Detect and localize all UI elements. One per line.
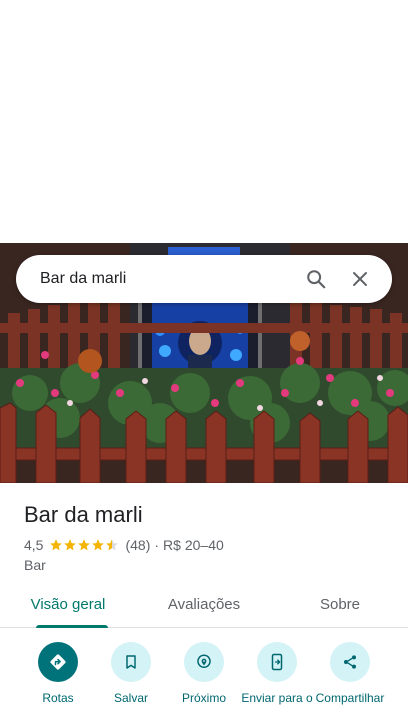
close-button[interactable]	[340, 259, 380, 299]
tab-bar: Visão geral Avaliações Sobre	[0, 586, 408, 628]
search-button[interactable]	[296, 259, 336, 299]
rating-row[interactable]: 4,5 (48) · R$ 20–40	[24, 537, 224, 553]
tab-reviews[interactable]: Avaliações	[136, 586, 272, 627]
tab-label: Avaliações	[167, 596, 241, 613]
rating-value: 4,5	[24, 537, 44, 553]
star-icon	[92, 539, 105, 551]
half-star-icon	[106, 539, 119, 551]
directions-button[interactable]: Rotas	[22, 642, 94, 705]
action-label: Rotas	[42, 691, 74, 705]
separator-dot: ·	[154, 537, 160, 553]
tab-label: Visão geral	[30, 596, 106, 613]
price-range: R$ 20–40	[163, 537, 224, 553]
place-category: Bar	[24, 557, 46, 573]
share-button[interactable]: Compartilhar	[314, 642, 386, 705]
place-name: Bar da marli	[24, 502, 143, 527]
save-button[interactable]: Salvar	[95, 642, 167, 705]
search-icon	[307, 270, 326, 289]
active-tab-indicator	[36, 625, 108, 628]
review-count: (48)	[125, 537, 151, 553]
star-icon	[78, 539, 91, 551]
action-label: Salvar	[113, 691, 148, 705]
directions-icon	[50, 654, 66, 670]
action-label: Enviar para o	[241, 691, 313, 705]
star-icon	[50, 539, 63, 551]
action-buttons: Rotas Salvar Próximo Enviar para o Compa…	[0, 642, 408, 726]
star-icon	[64, 539, 77, 551]
share-button-circle	[330, 642, 370, 682]
close-icon	[353, 272, 367, 286]
share-icon	[344, 655, 356, 669]
send-to-phone-button[interactable]: Enviar para o	[241, 642, 313, 705]
search-bar[interactable]: Bar da marli	[16, 255, 392, 303]
map-area[interactable]	[0, 0, 408, 243]
tab-label: Sobre	[319, 596, 361, 613]
rating-stars	[49, 538, 119, 552]
bookmark-icon	[126, 655, 136, 669]
send-to-phone-icon	[271, 653, 283, 671]
save-button-circle	[111, 642, 151, 682]
nearby-button-circle	[184, 642, 224, 682]
search-query[interactable]: Bar da marli	[40, 270, 292, 288]
nearby-button[interactable]: Próximo	[168, 642, 240, 705]
action-label: Próximo	[181, 691, 226, 705]
action-label: Compartilhar	[315, 691, 385, 705]
send-to-phone-button-circle	[257, 642, 297, 682]
nearby-icon	[197, 654, 211, 668]
tab-overview[interactable]: Visão geral	[0, 586, 136, 628]
directions-button-circle	[38, 642, 78, 682]
tab-about[interactable]: Sobre	[272, 586, 408, 627]
place-card: Bar da marli 4,5 (48) · R$ 20–40 Bar Vis…	[0, 483, 408, 726]
